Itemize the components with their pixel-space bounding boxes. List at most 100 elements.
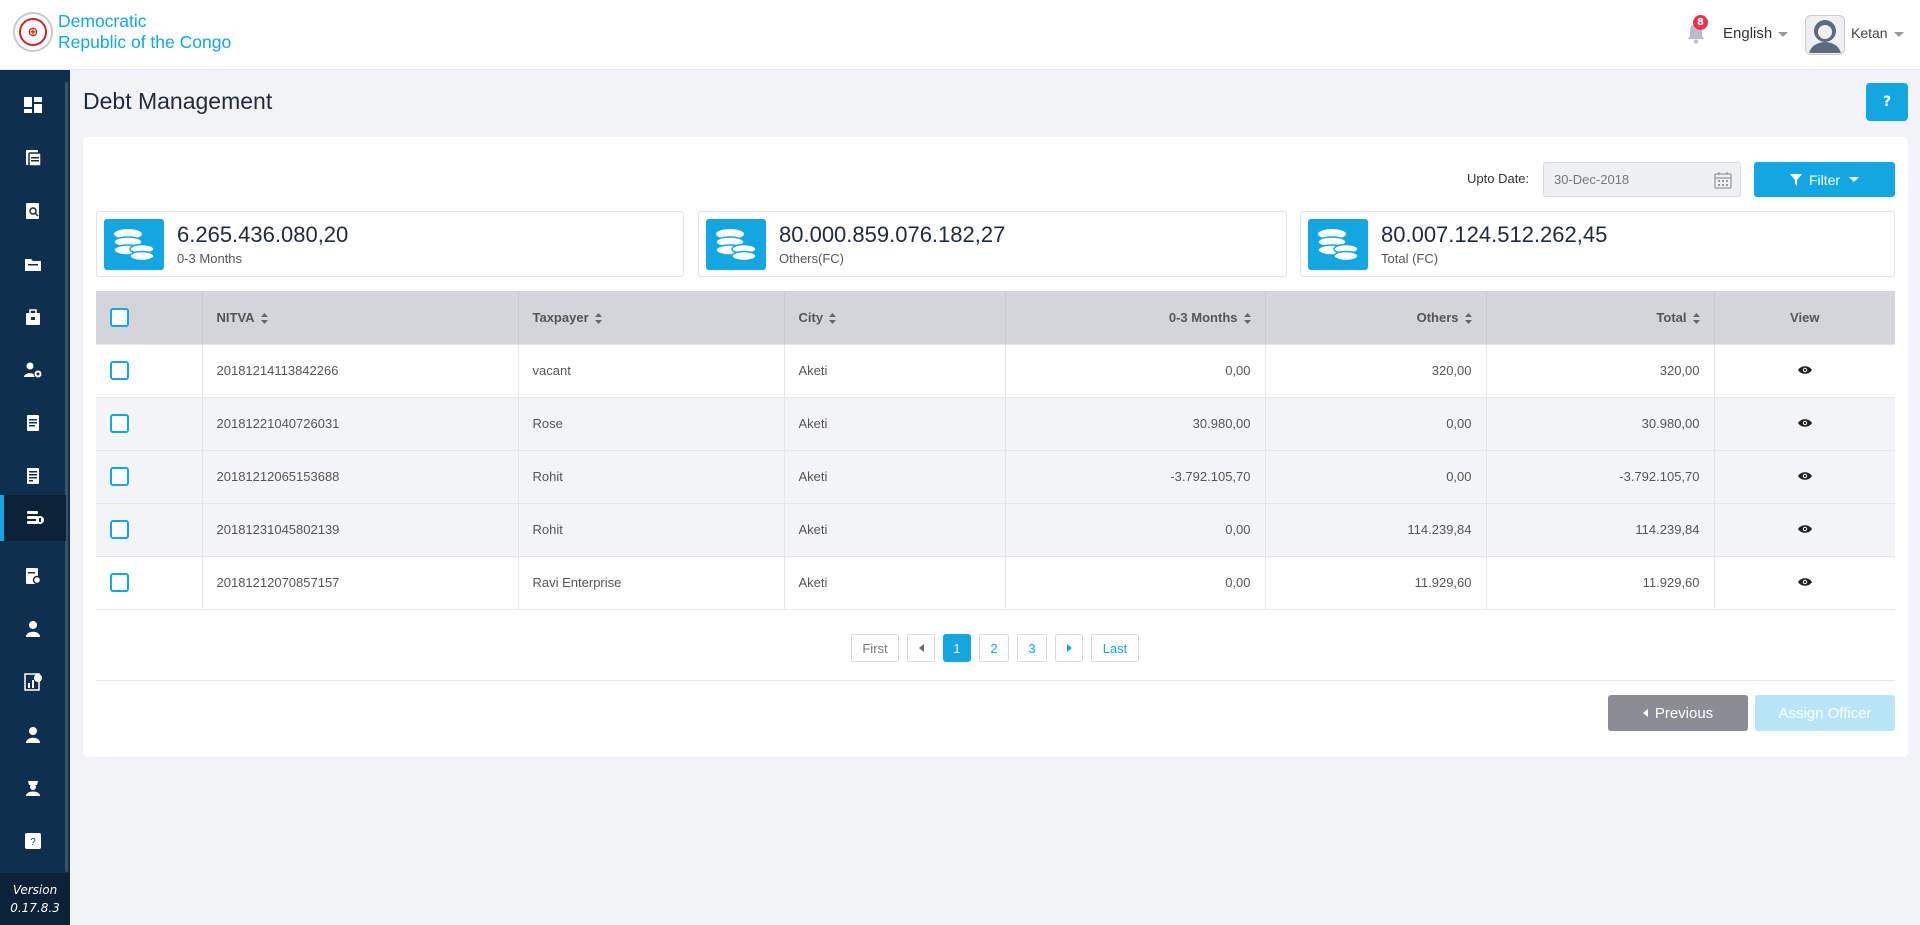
chevron-down-icon (1778, 31, 1789, 37)
calendar-icon[interactable] (1714, 171, 1732, 189)
help-button[interactable]: ? (1866, 83, 1908, 121)
sidebar-item-settings-user[interactable] (0, 347, 66, 393)
sidebar-item-dashboard[interactable] (0, 82, 66, 128)
sidebar: ? Version 0.17.8.3 (0, 70, 70, 925)
column-taxpayer[interactable]: Taxpayer (518, 291, 785, 344)
congo-logo[interactable]: ⊕ (13, 12, 53, 52)
column-nitva[interactable]: NITVA (202, 291, 519, 344)
first-page-button[interactable]: First (851, 634, 899, 662)
column-0-3-months[interactable]: 0-3 Months (1005, 291, 1266, 344)
user-menu[interactable]: Ketan (1851, 25, 1904, 41)
sidebar-item-user[interactable] (0, 606, 66, 652)
version-label: Version (12, 883, 58, 897)
row-checkbox[interactable] (110, 520, 129, 539)
user-name-label: Ketan (1851, 25, 1888, 41)
row-checkbox[interactable] (110, 467, 129, 486)
help-icon: ? (25, 833, 41, 849)
sidebar-item-invoice[interactable] (0, 453, 66, 499)
table-row: 20181221040726031 Rose Aketi 30.980,00 0… (96, 396, 1895, 450)
brand-name[interactable]: Democratic Republic of the Congo (58, 11, 231, 53)
next-page-button[interactable] (1055, 634, 1083, 662)
row-select-cell (96, 396, 203, 450)
row-checkbox[interactable] (110, 414, 129, 433)
user-avatar-icon (1809, 20, 1841, 53)
table-row: 20181214113842266 vacant Aketi 0,00 320,… (96, 343, 1895, 397)
stat-label: 0-3 Months (177, 251, 243, 266)
caret-right-icon (1066, 644, 1072, 652)
folder-icon (25, 259, 41, 271)
sidebar-item-search-document[interactable] (0, 188, 66, 234)
prev-page-button[interactable] (907, 634, 935, 662)
svg-text:?: ? (30, 837, 36, 848)
sidebar-item-person[interactable] (0, 712, 66, 758)
user-icon (26, 621, 40, 637)
filter-label: Filter (1808, 171, 1841, 188)
report-search-icon (26, 568, 42, 585)
sidebar-item-registration[interactable] (0, 135, 66, 181)
stat-0-3-months: 6.265.436.080,20 0-3 Months (96, 211, 684, 277)
eye-icon[interactable] (1797, 577, 1812, 587)
column-label: Others (1416, 309, 1459, 325)
table-header-row: NITVA Taxpayer City 0-3 Months Others To… (96, 291, 1895, 344)
sort-icon (1243, 312, 1251, 324)
previous-label: Previous (1654, 704, 1714, 722)
total-cell: 11.929,60 (1486, 555, 1715, 610)
view-cell (1714, 449, 1895, 503)
sidebar-item-briefcase[interactable] (0, 294, 66, 340)
debt-management-icon (27, 511, 44, 524)
previous-button[interactable]: Previous (1608, 695, 1748, 731)
page-2-button[interactable]: 2 (979, 634, 1009, 662)
eye-icon[interactable] (1797, 524, 1812, 534)
column-total[interactable]: Total (1486, 291, 1715, 344)
nitva-cell: 20181214113842266 (202, 343, 519, 397)
row-checkbox[interactable] (110, 361, 129, 380)
column-city[interactable]: City (784, 291, 1006, 344)
sidebar-item-report-search[interactable] (0, 553, 66, 599)
language-dropdown[interactable]: English (1723, 25, 1789, 42)
dashboard-icon (24, 97, 42, 113)
sort-icon (594, 312, 602, 324)
sidebar-item-help[interactable]: ? (0, 818, 66, 864)
eye-icon[interactable] (1797, 471, 1812, 481)
others-cell: 320,00 (1265, 343, 1487, 397)
footer-divider (96, 680, 1895, 681)
last-page-button[interactable]: Last (1091, 634, 1139, 662)
coins-icon (706, 219, 766, 270)
sidebar-item-officer[interactable] (0, 765, 66, 811)
eye-icon[interactable] (1797, 365, 1812, 375)
column-label: City (798, 309, 824, 325)
debt-table: NITVA Taxpayer City 0-3 Months Others To… (96, 291, 1895, 610)
eye-icon[interactable] (1797, 418, 1812, 428)
taxpayer-cell: Ravi Enterprise (518, 555, 785, 610)
upto-date-label: Upto Date: (1467, 171, 1530, 186)
total-cell: -3.792.105,70 (1486, 449, 1715, 503)
select-all-checkbox[interactable] (110, 307, 129, 327)
view-cell (1714, 555, 1895, 610)
sort-icon (260, 312, 268, 324)
city-cell: Aketi (784, 343, 1006, 397)
upto-date-input[interactable]: 30-Dec-2018 (1543, 162, 1741, 197)
stat-label: Total (FC) (1381, 251, 1439, 266)
months-cell: 0,00 (1005, 502, 1266, 556)
page-1-button[interactable]: 1 (943, 634, 971, 662)
sidebar-item-document[interactable] (0, 400, 66, 446)
stat-others: 80.000.859.076.182,27 Others(FC) (698, 211, 1287, 277)
briefcase-icon (26, 309, 40, 325)
assign-officer-button[interactable]: Assign Officer (1755, 695, 1895, 731)
months-cell: 0,00 (1005, 555, 1266, 610)
sidebar-item-folder[interactable] (0, 241, 66, 287)
others-cell: 0,00 (1265, 449, 1487, 503)
language-label: English (1723, 25, 1773, 42)
caret-left-icon (1642, 709, 1648, 717)
sidebar-item-debt-management[interactable] (0, 495, 66, 541)
table-row: 20181231045802139 Rohit Aketi 0,00 114.2… (96, 502, 1895, 556)
filter-button[interactable]: Filter (1754, 162, 1895, 197)
sidebar-item-chart[interactable] (0, 659, 66, 705)
others-cell: 0,00 (1265, 396, 1487, 450)
page-title: Debt Management (83, 88, 273, 114)
taxpayer-cell: Rose (518, 396, 785, 450)
page-3-button[interactable]: 3 (1017, 634, 1047, 662)
column-others[interactable]: Others (1265, 291, 1487, 344)
row-checkbox[interactable] (110, 573, 129, 592)
avatar[interactable] (1805, 15, 1845, 55)
